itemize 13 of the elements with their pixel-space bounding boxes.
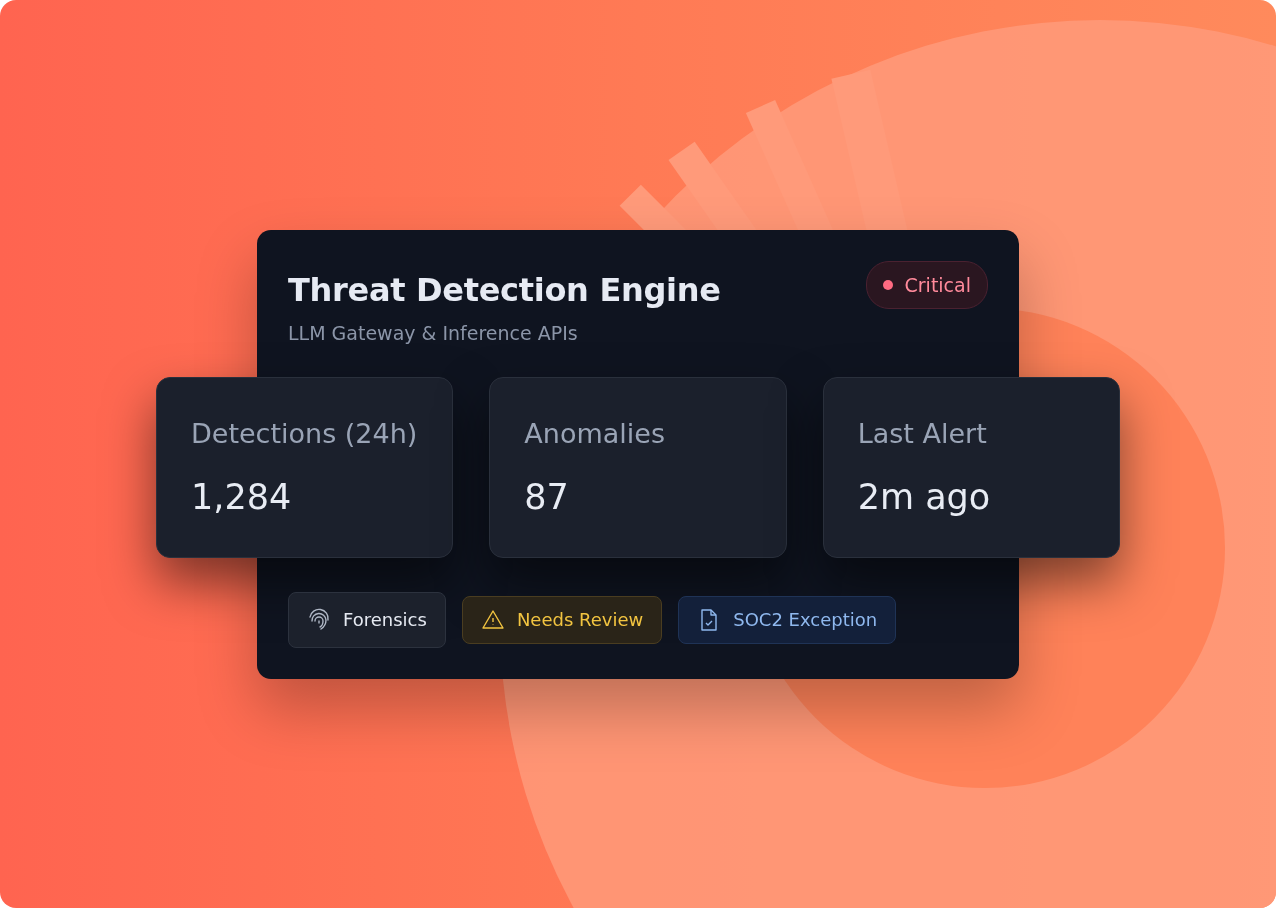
fingerprint-icon [307,607,331,632]
tag: Needs Review [461,595,663,644]
stat-value: 2m ago [857,475,992,519]
stat-value: 1,284 [191,475,293,519]
card-subtitle: LLM Gateway & Inference APIs [288,320,579,346]
stat-label: Anomalies [524,416,666,451]
stat-label: Detections (24h) [191,416,419,451]
card-title: Threat Detection Engine [288,269,721,311]
tag: SOC2 Exception [678,595,897,644]
status-badge: Critical [865,260,988,309]
tag: Forensics [288,591,446,648]
stat-label: Last Alert [857,416,988,451]
stat-value: 87 [524,475,570,519]
